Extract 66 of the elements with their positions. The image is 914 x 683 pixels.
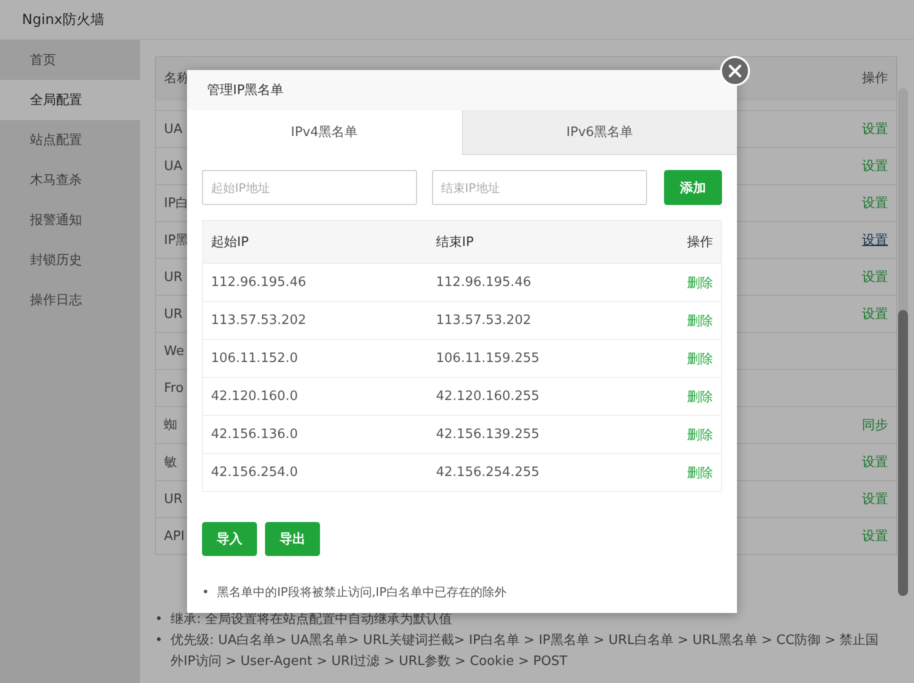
settings-link[interactable]: 设置 <box>862 305 888 323</box>
table-cell-text: 敏 <box>164 454 177 471</box>
column-header: 结束IP <box>436 234 475 251</box>
table-cell-text: 42.156.254.255 <box>436 465 540 480</box>
scrollbar[interactable] <box>898 88 908 596</box>
table-cell: UA <box>164 122 182 136</box>
settings-link[interactable]: 设置 <box>862 453 888 471</box>
settings-link[interactable]: 设置 <box>862 490 888 508</box>
table-cell: UR <box>164 306 183 322</box>
settings-link[interactable]: 同步 <box>862 416 888 434</box>
delete-link[interactable]: 删除 <box>687 466 713 480</box>
table-cell-text: IP黑 <box>164 232 189 249</box>
column-header: 操作 <box>687 235 713 250</box>
table-cell: Fro <box>164 380 184 396</box>
table-cell: UR <box>164 270 183 284</box>
table-cell-text: 106.11.152.0 <box>211 351 299 366</box>
table-cell-text: 113.57.53.202 <box>436 313 532 328</box>
column-header: 操作 <box>862 70 888 86</box>
add-button[interactable]: 添加 <box>664 170 722 205</box>
import-button[interactable]: 导入 <box>202 522 257 556</box>
table-cell-text: 112.96.195.46 <box>211 275 308 290</box>
table-cell-text: 42.120.160.255 <box>436 389 540 404</box>
delete-link[interactable]: 删除 <box>687 276 713 290</box>
end-ip-field[interactable]: 结束IP地址 <box>432 170 647 205</box>
dialog-title: 管理IP黑名单 <box>207 82 284 99</box>
bullet: • <box>202 584 210 601</box>
table-cell: UR <box>164 492 183 506</box>
table-cell-text: 113.57.53.202 <box>211 313 308 328</box>
settings-link[interactable]: 设置 <box>862 157 888 175</box>
note-text: 优先级: UA白名单> UA黑名单> URL关键词拦截> IP白名单 > IP黑名单 > URL白名单 > URL黑名单 > CC防御 > 禁止国外IP访问 > User-Agent > URI过滤 > URL参数 > Cookie > POST <box>170 632 880 671</box>
export-button[interactable]: 导出 <box>265 522 320 556</box>
settings-link[interactable]: 设置 <box>862 268 888 286</box>
delete-link[interactable]: 删除 <box>687 428 713 442</box>
bullet: • <box>155 611 163 629</box>
table-cell-text: 蜘 <box>164 417 177 434</box>
table-cell-text: 42.156.254.0 <box>211 465 299 480</box>
bullet: • <box>155 632 163 650</box>
table-cell-text: 42.120.160.0 <box>211 389 299 404</box>
sidebar-item[interactable]: 首页 <box>0 40 140 80</box>
tab[interactable]: IPv6黑名单 <box>462 110 737 155</box>
delete-link[interactable]: 删除 <box>687 390 713 404</box>
delete-link[interactable]: 删除 <box>687 314 713 328</box>
table-cell-text: IP白 <box>164 195 189 212</box>
note-text: 黑名单中的IP段将被禁止访问,IP白名单中已存在的除外 <box>217 584 506 601</box>
delete-link[interactable]: 删除 <box>687 352 713 366</box>
table-cell-text: 106.11.159.255 <box>436 351 540 366</box>
table-cell-text: 112.96.195.46 <box>436 275 532 290</box>
table-cell-text: 42.156.139.255 <box>436 427 540 442</box>
column-header: 起始IP <box>211 234 250 251</box>
sidebar-item[interactable]: 木马查杀 <box>0 160 140 200</box>
sidebar-item[interactable]: 操作日志 <box>0 280 140 320</box>
settings-link[interactable]: 设置 <box>862 120 888 138</box>
sidebar-item[interactable]: 报警通知 <box>0 200 140 240</box>
table-cell: API <box>164 528 185 544</box>
sidebar-item[interactable]: 站点配置 <box>0 120 140 160</box>
table-cell-text: 42.156.136.0 <box>211 427 299 442</box>
start-ip-field[interactable]: 起始IP地址 <box>202 170 417 205</box>
close-icon <box>728 64 742 78</box>
table-cell: UA <box>164 158 182 174</box>
settings-link[interactable]: 设置 <box>862 527 888 545</box>
sidebar-item[interactable]: 全局配置 <box>0 80 140 120</box>
sidebar-item[interactable]: 封锁历史 <box>0 240 140 280</box>
settings-link[interactable]: 设置 <box>862 231 888 249</box>
settings-link[interactable]: 设置 <box>862 194 888 212</box>
table-cell: We <box>164 344 184 358</box>
app-title: Nginx防火墙 <box>22 10 104 28</box>
